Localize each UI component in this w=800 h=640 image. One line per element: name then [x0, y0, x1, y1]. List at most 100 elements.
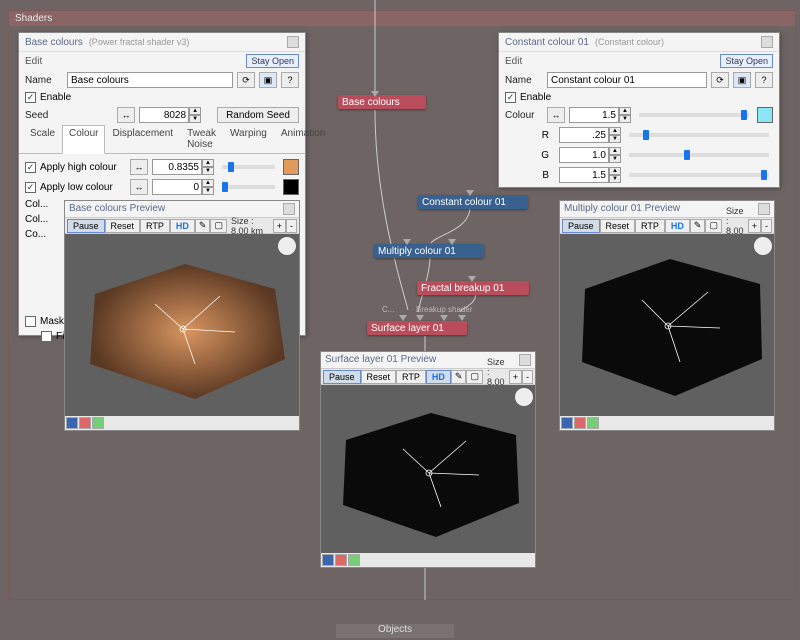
reset-button[interactable]: Reset — [361, 370, 397, 384]
stay-open-button[interactable]: Stay Open — [720, 54, 773, 68]
brush-icon[interactable]: ✎ — [451, 370, 467, 384]
node-surface-layer[interactable]: Surface layer 01 — [367, 321, 467, 335]
seed-input[interactable] — [139, 107, 189, 123]
view-persp-icon[interactable] — [66, 417, 78, 429]
tab-scale[interactable]: Scale — [23, 125, 62, 153]
ruler-icon[interactable]: ↔ — [130, 159, 148, 175]
tab-colour[interactable]: Colour — [62, 125, 105, 154]
view-persp-icon[interactable] — [322, 554, 334, 566]
spin-down[interactable]: ▼ — [189, 115, 201, 123]
tab-tweak-noise[interactable]: Tweak Noise — [180, 125, 223, 153]
random-seed-button[interactable]: Random Seed — [217, 107, 299, 123]
g-input[interactable] — [559, 147, 609, 163]
help-icon[interactable]: ? — [281, 72, 299, 88]
view-top-icon[interactable] — [335, 554, 347, 566]
colour-swatch[interactable] — [757, 107, 773, 123]
view-shade-icon[interactable] — [587, 417, 599, 429]
edit-label[interactable]: Edit — [505, 56, 522, 67]
help-icon[interactable]: ? — [755, 72, 773, 88]
spin-down[interactable]: ▼ — [202, 167, 214, 175]
low-colour-swatch[interactable] — [283, 179, 299, 195]
preview-viewport[interactable] — [560, 234, 774, 416]
tab-animation[interactable]: Animation — [274, 125, 332, 153]
node-constant-colour[interactable]: Constant colour 01 — [418, 195, 528, 209]
expand-icon[interactable]: ▣ — [259, 72, 277, 88]
minus-button[interactable]: - — [761, 219, 772, 233]
close-icon[interactable] — [761, 36, 773, 48]
stay-open-button[interactable]: Stay Open — [246, 54, 299, 68]
spin-up[interactable]: ▲ — [619, 107, 631, 115]
close-icon[interactable] — [287, 36, 299, 48]
apply-low-checkbox[interactable] — [25, 182, 36, 193]
pause-button[interactable]: Pause — [323, 370, 361, 384]
brush-icon[interactable]: ✎ — [195, 219, 211, 233]
node-base-colours[interactable]: Base colours — [338, 95, 426, 109]
box-icon[interactable]: ▢ — [466, 370, 483, 384]
spin-up[interactable]: ▲ — [609, 167, 621, 175]
box-icon[interactable]: ▢ — [705, 219, 722, 233]
hd-button[interactable]: HD — [170, 219, 195, 233]
brush-icon[interactable]: ✎ — [690, 219, 706, 233]
refresh-icon[interactable]: ⟳ — [237, 72, 255, 88]
plus-button[interactable]: + — [273, 219, 286, 233]
low-value-input[interactable] — [152, 179, 202, 195]
ruler-icon[interactable]: ↔ — [547, 107, 565, 123]
view-shade-icon[interactable] — [92, 417, 104, 429]
hd-button[interactable]: HD — [426, 370, 451, 384]
spin-up[interactable]: ▲ — [202, 159, 214, 167]
node-multiply-colour[interactable]: Multiply colour 01 — [374, 244, 484, 258]
tab-displacement[interactable]: Displacement — [105, 125, 180, 153]
view-top-icon[interactable] — [574, 417, 586, 429]
spin-down[interactable]: ▼ — [609, 135, 621, 143]
mask-checkbox[interactable] — [25, 316, 36, 327]
tab-warping[interactable]: Warping — [223, 125, 274, 153]
r-input[interactable] — [559, 127, 609, 143]
view-persp-icon[interactable] — [561, 417, 573, 429]
spin-up[interactable]: ▲ — [202, 179, 214, 187]
reset-button[interactable]: Reset — [105, 219, 141, 233]
colour-value-input[interactable] — [569, 107, 619, 123]
spin-down[interactable]: ▼ — [609, 155, 621, 163]
reset-button[interactable]: Reset — [600, 219, 636, 233]
name-input[interactable] — [547, 72, 707, 88]
close-icon[interactable] — [519, 354, 531, 366]
preview-viewport[interactable] — [321, 385, 535, 553]
pause-button[interactable]: Pause — [562, 219, 600, 233]
preview-viewport[interactable] — [65, 234, 299, 416]
gear-icon[interactable] — [515, 388, 533, 406]
rtp-button[interactable]: RTP — [635, 219, 665, 233]
high-value-input[interactable] — [152, 159, 202, 175]
b-input[interactable] — [559, 167, 609, 183]
enable-checkbox[interactable] — [505, 92, 516, 103]
spin-up[interactable]: ▲ — [189, 107, 201, 115]
ruler-icon[interactable]: ↔ — [130, 179, 148, 195]
close-icon[interactable] — [758, 203, 770, 215]
gear-icon[interactable] — [278, 237, 296, 255]
spin-down[interactable]: ▼ — [202, 187, 214, 195]
fit-checkbox[interactable] — [41, 331, 52, 342]
expand-icon[interactable]: ▣ — [733, 72, 751, 88]
hd-button[interactable]: HD — [665, 219, 690, 233]
high-colour-swatch[interactable] — [283, 159, 299, 175]
plus-button[interactable]: + — [509, 370, 522, 384]
apply-high-checkbox[interactable] — [25, 162, 36, 173]
view-shade-icon[interactable] — [348, 554, 360, 566]
spin-up[interactable]: ▲ — [609, 147, 621, 155]
plus-button[interactable]: + — [748, 219, 761, 233]
rtp-button[interactable]: RTP — [396, 370, 426, 384]
pause-button[interactable]: Pause — [67, 219, 105, 233]
refresh-icon[interactable]: ⟳ — [711, 72, 729, 88]
node-fractal-breakup[interactable]: Fractal breakup 01 — [417, 281, 529, 295]
minus-button[interactable]: - — [286, 219, 297, 233]
edit-label[interactable]: Edit — [25, 56, 42, 67]
close-icon[interactable] — [283, 203, 295, 215]
box-icon[interactable]: ▢ — [210, 219, 227, 233]
view-top-icon[interactable] — [79, 417, 91, 429]
ruler-icon[interactable]: ↔ — [117, 107, 135, 123]
spin-up[interactable]: ▲ — [609, 127, 621, 135]
name-input[interactable] — [67, 72, 233, 88]
gear-icon[interactable] — [754, 237, 772, 255]
minus-button[interactable]: - — [522, 370, 533, 384]
enable-checkbox[interactable] — [25, 92, 36, 103]
spin-down[interactable]: ▼ — [609, 175, 621, 183]
